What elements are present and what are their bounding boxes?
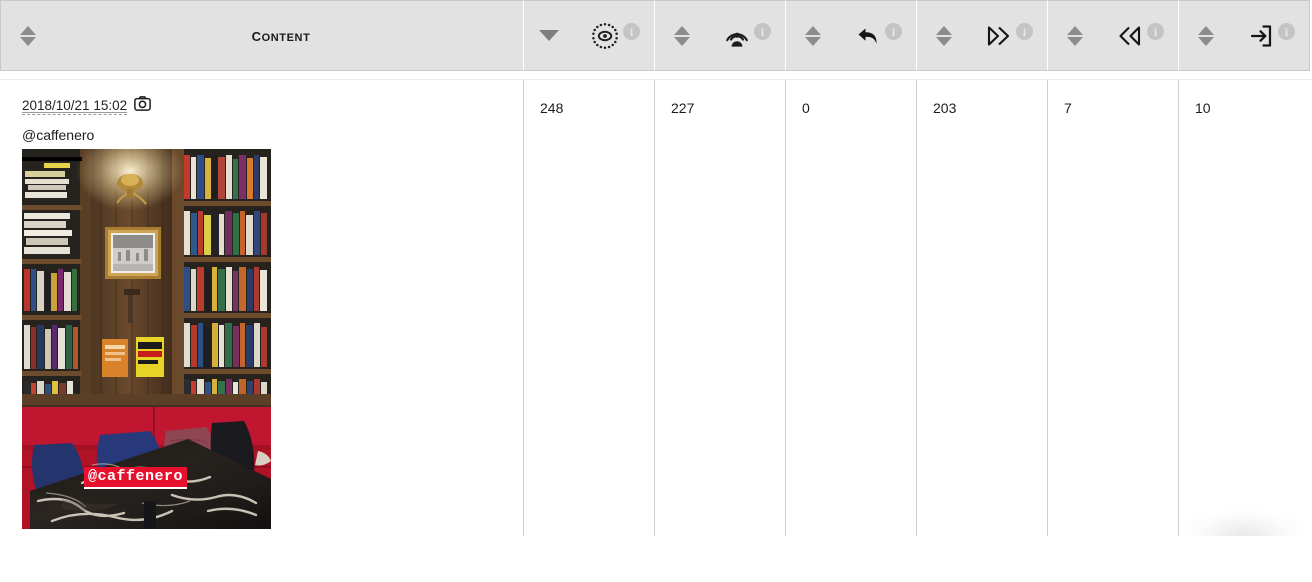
sort-ascending-arrow-icon [936, 25, 952, 35]
cell-forward: 203 [917, 80, 1048, 536]
info-icon-exits[interactable]: i [1278, 23, 1295, 40]
info-icon-replies[interactable]: i [885, 23, 902, 40]
sort-descending-arrow-icon [805, 36, 821, 46]
cell-impressions: 248 [524, 80, 655, 536]
post-meta: 2018/10/21 15:02 [22, 96, 523, 116]
column-header-content-label: Content [251, 24, 311, 46]
info-icon-back[interactable]: i [1147, 23, 1164, 40]
chevron-double-left-icon [1082, 23, 1178, 49]
insights-table-screen: Content [0, 0, 1312, 582]
column-header-reach[interactable]: i [655, 0, 786, 71]
sort-descending-arrow-icon [674, 36, 690, 46]
info-icon-forward[interactable]: i [1016, 23, 1033, 40]
column-header-forward[interactable]: i [917, 0, 1048, 71]
sort-ascending-arrow-icon [674, 25, 690, 35]
cell-content: 2018/10/21 15:02 @caffenero @caffenero [0, 80, 524, 536]
sort-ascending-arrow-icon [805, 25, 821, 35]
sort-ascending-arrow-icon [20, 25, 36, 35]
sort-ascending-arrow-icon [1198, 25, 1214, 35]
sort-descending-arrow-icon [1198, 36, 1214, 46]
post-date[interactable]: 2018/10/21 15:02 [22, 98, 128, 115]
info-icon-reach[interactable]: i [754, 23, 771, 40]
cell-exits: 10 [1195, 100, 1211, 116]
post-thumbnail[interactable]: @caffenero [22, 149, 271, 529]
sort-descending-arrow-icon [20, 36, 36, 46]
column-header-back[interactable]: i [1048, 0, 1179, 71]
column-header-content[interactable]: Content [0, 0, 524, 71]
arrow-into-box-icon [1213, 23, 1309, 49]
cell-reach: 227 [655, 80, 786, 536]
camera-icon [134, 96, 151, 116]
chevron-double-right-icon [951, 23, 1047, 49]
table-body: 2018/10/21 15:02 @caffenero @caffenero 2… [0, 79, 1312, 537]
sort-descending-arrow-icon [1067, 36, 1083, 46]
info-icon-impressions[interactable]: i [623, 23, 640, 40]
cell-back: 7 [1048, 80, 1179, 536]
column-header-exits[interactable]: i [1179, 0, 1310, 71]
sort-ascending-arrow-icon [1067, 25, 1083, 35]
table-row: 2018/10/21 15:02 @caffenero @caffenero 2… [0, 79, 1312, 537]
reply-arrow-icon [820, 22, 916, 50]
column-header-replies[interactable]: i [786, 0, 917, 71]
broadcast-person-icon [689, 22, 785, 50]
post-account-handle: @caffenero [22, 127, 95, 143]
sort-toggle-content[interactable] [17, 21, 39, 51]
cell-replies: 0 [786, 80, 917, 536]
photo-watermark: @caffenero [84, 467, 188, 490]
eye-dotted-icon [556, 21, 654, 51]
table-header-row: Content [0, 0, 1312, 71]
column-header-impressions[interactable]: i [524, 0, 655, 71]
sort-descending-arrow-icon [936, 36, 952, 46]
